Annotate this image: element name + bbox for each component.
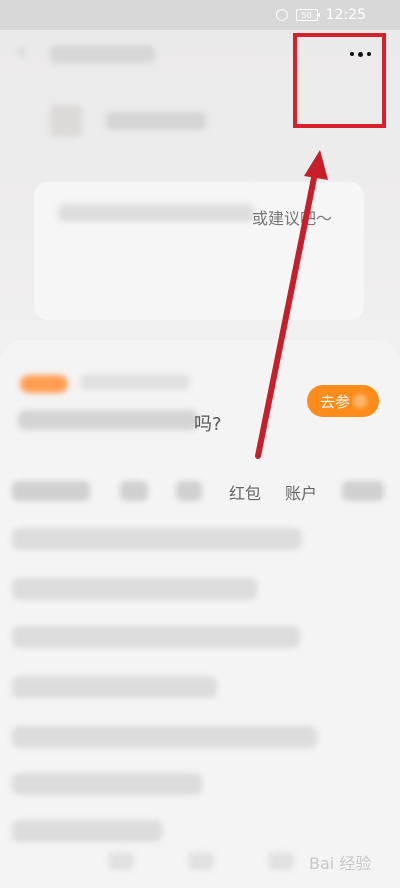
participate-button-label: 去参 — [320, 392, 351, 411]
feedback-placeholder-blurred — [58, 204, 254, 222]
feedback-input-card[interactable] — [34, 182, 364, 320]
survey-question-blurred — [18, 410, 198, 430]
battery-icon: 50 — [295, 9, 320, 21]
avatar — [50, 105, 82, 137]
tab-red-packet[interactable]: 红包 — [229, 480, 261, 504]
category-tabs: 红包 账户 — [0, 475, 400, 507]
tab-blurred[interactable] — [342, 481, 384, 501]
page-title-blurred — [50, 45, 155, 63]
status-time: 12:25 — [325, 7, 366, 23]
feedback-placeholder-text: 或建议吧～ — [252, 209, 333, 228]
list-item[interactable] — [12, 528, 302, 550]
status-bar: 50 12:25 — [0, 0, 400, 30]
orange-tag — [20, 375, 68, 393]
tab-blurred[interactable] — [12, 481, 90, 501]
nav-item-blurred[interactable] — [188, 852, 214, 870]
list-item[interactable] — [12, 773, 202, 795]
survey-header-blurred — [80, 374, 190, 390]
watermark: Bai 经验 — [309, 854, 372, 873]
tab-blurred[interactable] — [120, 481, 148, 501]
status-icons: 50 12:25 — [275, 7, 366, 23]
nav-item-blurred[interactable] — [108, 852, 134, 870]
list-item[interactable] — [12, 578, 257, 600]
survey-question-suffix: 吗? — [194, 414, 222, 435]
tab-blurred[interactable] — [176, 481, 202, 501]
eye-comfort-icon — [275, 9, 288, 21]
participate-button[interactable]: 去参 — [307, 385, 379, 417]
nav-item-blurred[interactable] — [268, 852, 294, 870]
tab-account[interactable]: 账户 — [285, 480, 317, 504]
user-name-blurred — [106, 112, 206, 130]
back-arrow-icon[interactable]: ‹ — [18, 41, 38, 63]
list-item[interactable] — [12, 626, 300, 648]
button-fade — [353, 394, 368, 408]
list-item[interactable] — [12, 676, 217, 698]
list-item[interactable] — [12, 726, 317, 748]
highlight-box — [293, 33, 386, 128]
